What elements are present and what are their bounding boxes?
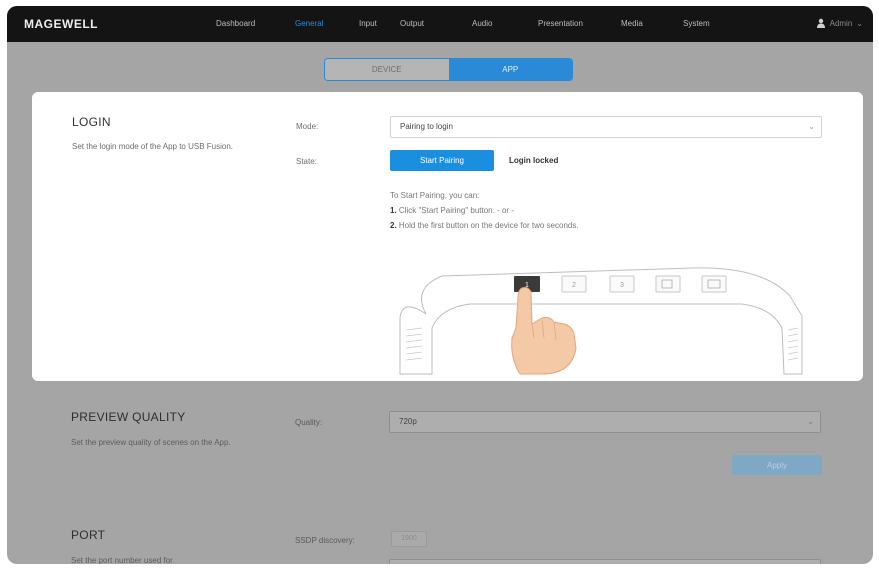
app-window: MAGEWELL Dashboard General Input Output … bbox=[7, 6, 873, 564]
preview-quality-description: Set the preview quality of scenes on the… bbox=[71, 438, 231, 447]
nav-media[interactable]: Media bbox=[621, 19, 643, 28]
tab-device[interactable]: DEVICE bbox=[325, 59, 449, 80]
device-button-3-label: 3 bbox=[620, 282, 624, 289]
start-pairing-button[interactable]: Start Pairing bbox=[390, 150, 494, 171]
preview-quality-title: PREVIEW QUALITY bbox=[71, 410, 186, 424]
device-button-4 bbox=[655, 275, 681, 293]
user-menu[interactable]: Admin ⌄ bbox=[816, 18, 863, 28]
instruction-step-1: 1. Click "Start Pairing" button. - or - bbox=[390, 203, 579, 218]
port-description: Set the port number used for bbox=[71, 556, 173, 564]
ssdp-discovery-label: SSDP discovery: bbox=[295, 536, 355, 545]
device-app-tabs: DEVICE APP bbox=[324, 58, 573, 81]
login-state-text: Login locked bbox=[509, 156, 559, 165]
device-button-2-label: 2 bbox=[572, 282, 576, 289]
step-1-text: Click "Start Pairing" button. - or - bbox=[398, 206, 514, 215]
nav-dashboard[interactable]: Dashboard bbox=[216, 19, 255, 28]
nav-output[interactable]: Output bbox=[400, 19, 424, 28]
device-pairing-illustration: 1 2 3 bbox=[399, 267, 803, 375]
device-button-5 bbox=[701, 275, 727, 293]
nav-general[interactable]: General bbox=[295, 19, 323, 28]
step-2-number: 2. bbox=[390, 221, 397, 230]
login-description: Set the login mode of the App to USB Fus… bbox=[72, 142, 233, 151]
nav-audio[interactable]: Audio bbox=[472, 19, 492, 28]
login-title: LOGIN bbox=[72, 115, 111, 129]
login-card: LOGIN Set the login mode of the App to U… bbox=[32, 92, 863, 381]
state-label: State: bbox=[296, 157, 317, 166]
nav-system[interactable]: System bbox=[683, 19, 710, 28]
port-title: PORT bbox=[71, 528, 106, 542]
mode-select[interactable]: Pairing to login ⌄ bbox=[390, 116, 822, 138]
nav-presentation[interactable]: Presentation bbox=[538, 19, 583, 28]
mode-label: Mode: bbox=[296, 122, 319, 131]
instructions-intro: To Start Pairing, you can: bbox=[390, 191, 480, 200]
mode-value: Pairing to login bbox=[400, 122, 453, 131]
user-icon bbox=[816, 18, 825, 28]
quality-value: 720p bbox=[399, 417, 417, 426]
user-name: Admin bbox=[829, 18, 853, 28]
top-navigation-bar: MAGEWELL Dashboard General Input Output … bbox=[7, 6, 873, 42]
chevron-down-icon: ⌄ bbox=[856, 18, 863, 28]
quality-select[interactable]: 720p ⌄ bbox=[389, 411, 821, 433]
quality-label: Quality: bbox=[295, 418, 323, 427]
step-2-text: Hold the first button on the device for … bbox=[398, 221, 579, 230]
pairing-instructions: To Start Pairing, you can: 1. Click "Sta… bbox=[390, 188, 579, 233]
brand-logo: MAGEWELL bbox=[24, 17, 98, 31]
ssdp-discovery-value[interactable]: 1900 bbox=[391, 531, 427, 547]
chevron-down-icon: ⌄ bbox=[807, 417, 814, 426]
instruction-step-2: 2. Hold the first button on the device f… bbox=[390, 218, 579, 233]
chevron-down-icon: ⌄ bbox=[808, 122, 815, 131]
nav-input[interactable]: Input bbox=[359, 19, 377, 28]
step-1-number: 1. bbox=[390, 206, 397, 215]
tab-app[interactable]: APP bbox=[448, 59, 572, 80]
apply-button[interactable]: Apply bbox=[732, 455, 822, 475]
port-input[interactable] bbox=[389, 559, 821, 564]
